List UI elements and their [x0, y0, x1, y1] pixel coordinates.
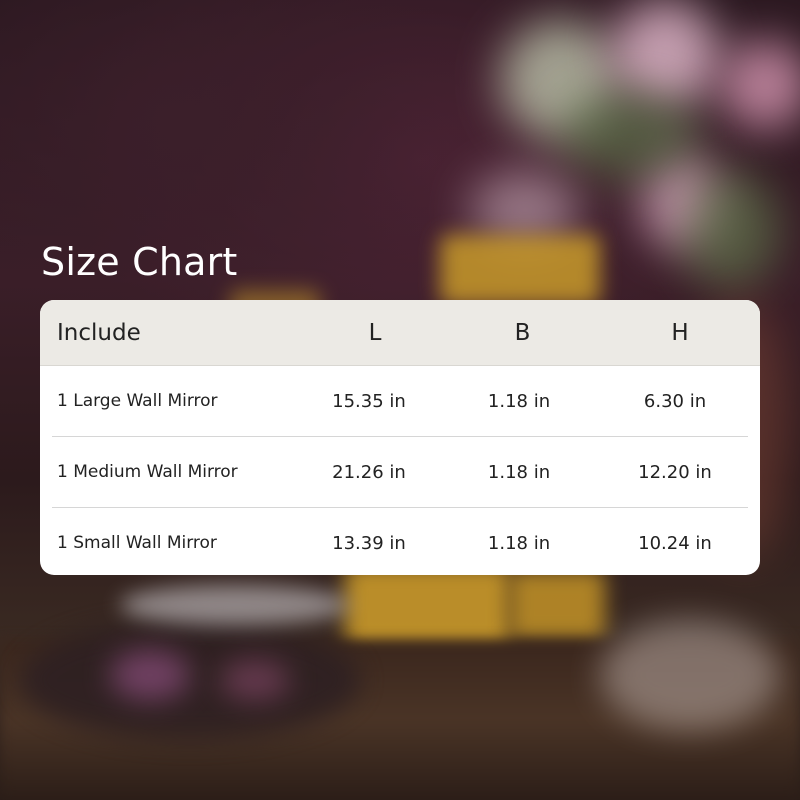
cell-length: 13.39 in	[332, 532, 406, 554]
cell-include: 1 Small Wall Mirror	[57, 533, 217, 553]
cell-length: 15.35 in	[332, 390, 406, 412]
cell-breadth: 1.18 in	[487, 390, 551, 412]
table-row: 1 Large Wall Mirror 15.35 in 1.18 in 6.3…	[52, 366, 748, 437]
cell-breadth: 1.18 in	[487, 461, 551, 483]
cell-height: 12.20 in	[638, 461, 712, 483]
size-chart-title: Size Chart	[41, 240, 238, 284]
cell-height: 6.30 in	[643, 390, 707, 412]
header-breadth: B	[514, 319, 531, 346]
header-length: L	[368, 319, 382, 346]
cell-include: 1 Medium Wall Mirror	[57, 462, 238, 482]
cell-height: 10.24 in	[638, 532, 712, 554]
header-height: H	[671, 319, 689, 346]
table-row: 1 Medium Wall Mirror 21.26 in 1.18 in 12…	[52, 437, 748, 508]
cell-breadth: 1.18 in	[487, 532, 551, 554]
table-header-row: Include L B H	[40, 300, 760, 366]
size-chart-table: Include L B H 1 Large Wall Mirror 15.35 …	[40, 300, 760, 575]
table-row: 1 Small Wall Mirror 13.39 in 1.18 in 10.…	[52, 508, 748, 575]
cell-include: 1 Large Wall Mirror	[57, 391, 218, 411]
cell-length: 21.26 in	[332, 461, 406, 483]
header-include: Include	[57, 319, 141, 346]
